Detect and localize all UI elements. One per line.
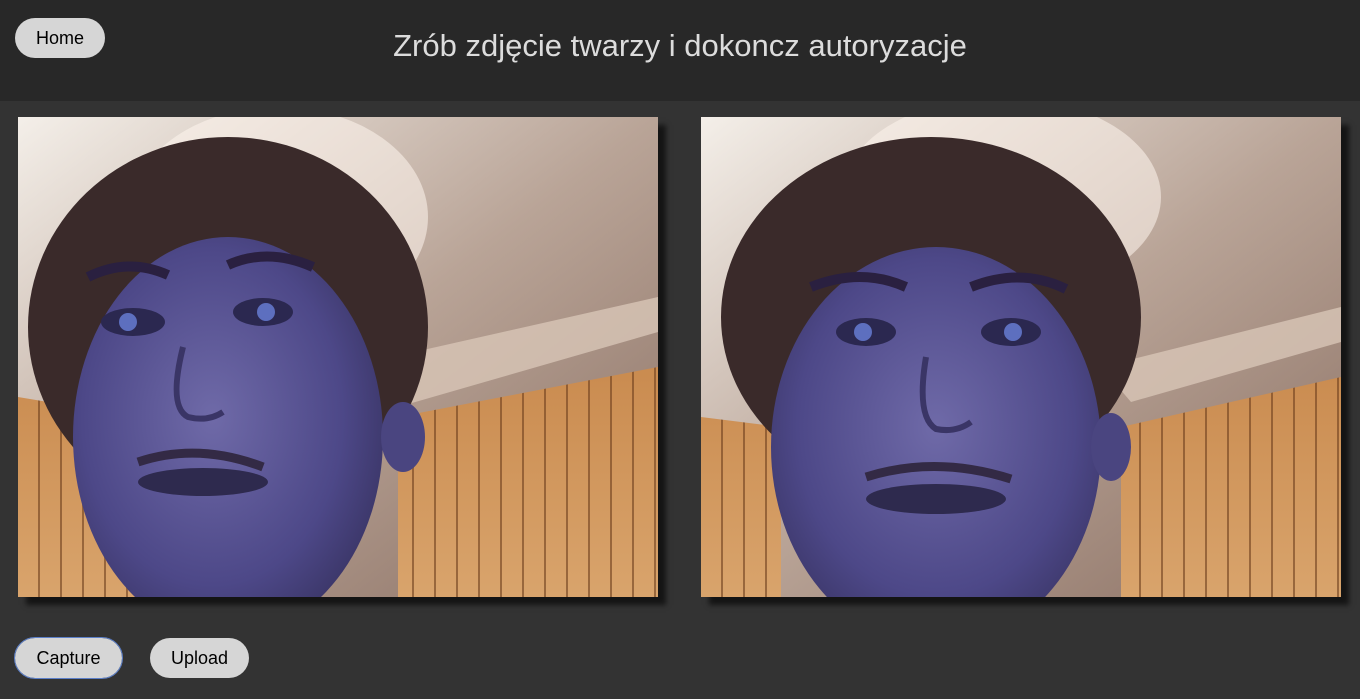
upload-button[interactable]: Upload xyxy=(150,638,249,678)
webcam-frame-image xyxy=(18,117,658,597)
captured-canvas xyxy=(701,117,1341,597)
webcam-video xyxy=(18,117,658,597)
capture-button[interactable]: Capture xyxy=(14,637,123,679)
page-title: Zrób zdjęcie twarzy i dokoncz autoryzacj… xyxy=(393,28,967,63)
top-bar: Home Zrób zdjęcie twarzy i dokoncz autor… xyxy=(0,0,1360,101)
captured-photo-image xyxy=(701,117,1341,597)
